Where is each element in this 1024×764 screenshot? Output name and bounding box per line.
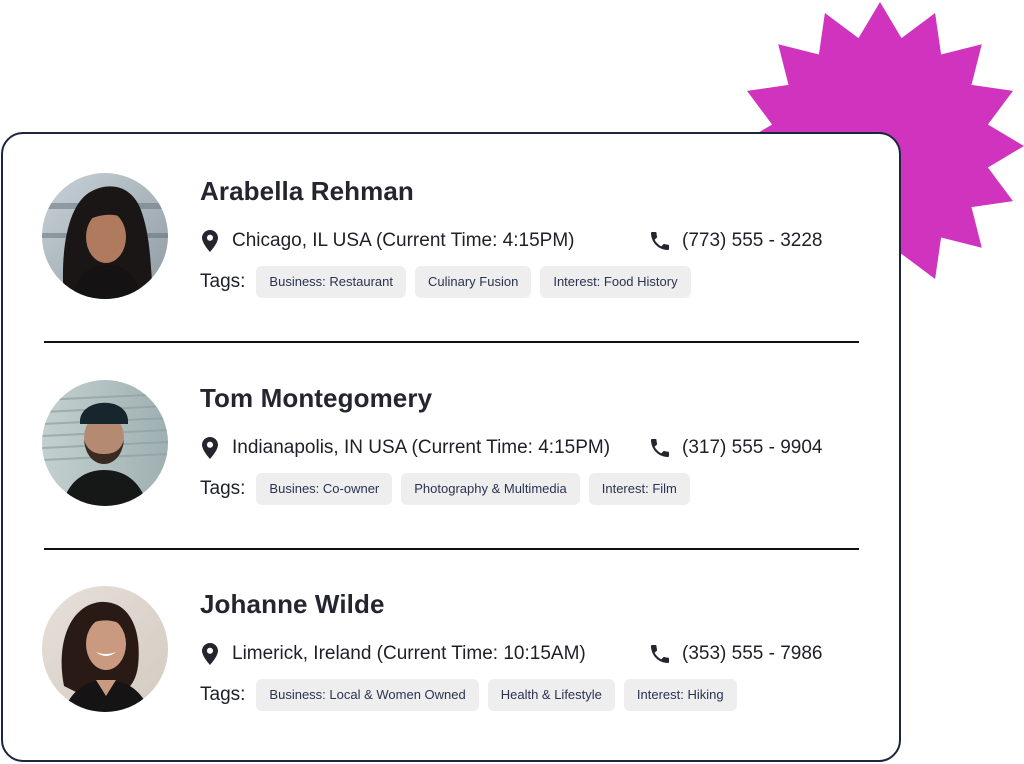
tags-row: Tags: Busines: Co-owner Photography & Mu… [200, 472, 699, 506]
tag-chip[interactable]: Interest: Hiking [623, 679, 737, 711]
map-pin-icon [202, 643, 218, 665]
phone-icon [651, 645, 669, 663]
avatar-photo-tom [42, 380, 168, 506]
phone-row[interactable]: (773) 555 - 3228 [648, 226, 823, 256]
contacts-card: Arabella Rehman Chicago, IL USA (Current… [1, 132, 901, 762]
avatar-photo-johanne [42, 586, 168, 712]
location-row: Indianapolis, IN USA (Current Time: 4:15… [202, 433, 610, 463]
location-row: Chicago, IL USA (Current Time: 4:15PM) [202, 226, 574, 256]
map-pin-icon [202, 230, 218, 252]
phone-row[interactable]: (353) 555 - 7986 [648, 639, 823, 669]
location-row: Limerick, Ireland (Current Time: 10:15AM… [202, 639, 586, 669]
tag-chip[interactable]: Interest: Film [588, 473, 690, 505]
tags-label: Tags: [200, 271, 246, 292]
tags-label: Tags: [200, 478, 246, 499]
phone-number[interactable]: (317) 555 - 9904 [682, 437, 823, 459]
contact-name: Tom Montegomery [200, 383, 433, 413]
location-text: Indianapolis, IN USA (Current Time: 4:15… [232, 437, 611, 458]
contact-name: Johanne Wilde [200, 589, 385, 619]
tag-chip[interactable]: Culinary Fusion [415, 266, 532, 298]
tag-chip[interactable]: Photography & Multimedia [401, 473, 580, 505]
phone-icon [651, 232, 669, 250]
tag-chip[interactable]: Business: Local & Women Owned [256, 679, 479, 711]
location-text: Limerick, Ireland (Current Time: 10:15AM… [232, 643, 586, 664]
phone-number[interactable]: (773) 555 - 3228 [682, 230, 823, 252]
phone-row[interactable]: (317) 555 - 9904 [648, 433, 823, 463]
contact-row[interactable]: Tom Montegomery Indianapolis, IN USA (Cu… [3, 341, 899, 548]
tag-chip[interactable]: Interest: Food History [540, 266, 691, 298]
avatar-photo-arabella [42, 173, 168, 299]
avatar[interactable] [42, 173, 168, 299]
tag-chip[interactable]: Busines: Co-owner [256, 473, 393, 505]
contact-name: Arabella Rehman [200, 176, 414, 206]
tag-chip[interactable]: Business: Restaurant [256, 266, 406, 298]
location-text: Chicago, IL USA (Current Time: 4:15PM) [232, 230, 575, 251]
map-pin-icon [202, 437, 218, 459]
contact-row[interactable]: Arabella Rehman Chicago, IL USA (Current… [3, 134, 899, 341]
avatar[interactable] [42, 586, 168, 712]
tags-label: Tags: [200, 684, 246, 705]
tags-row: Tags: Business: Restaurant Culinary Fusi… [200, 265, 700, 299]
phone-number[interactable]: (353) 555 - 7986 [682, 643, 823, 665]
phone-icon [651, 439, 669, 457]
tag-chip[interactable]: Health & Lifestyle [487, 679, 615, 711]
contact-row[interactable]: Johanne Wilde Limerick, Ireland (Current… [3, 547, 899, 754]
avatar[interactable] [42, 380, 168, 506]
tags-row: Tags: Business: Local & Women Owned Heal… [200, 678, 746, 712]
